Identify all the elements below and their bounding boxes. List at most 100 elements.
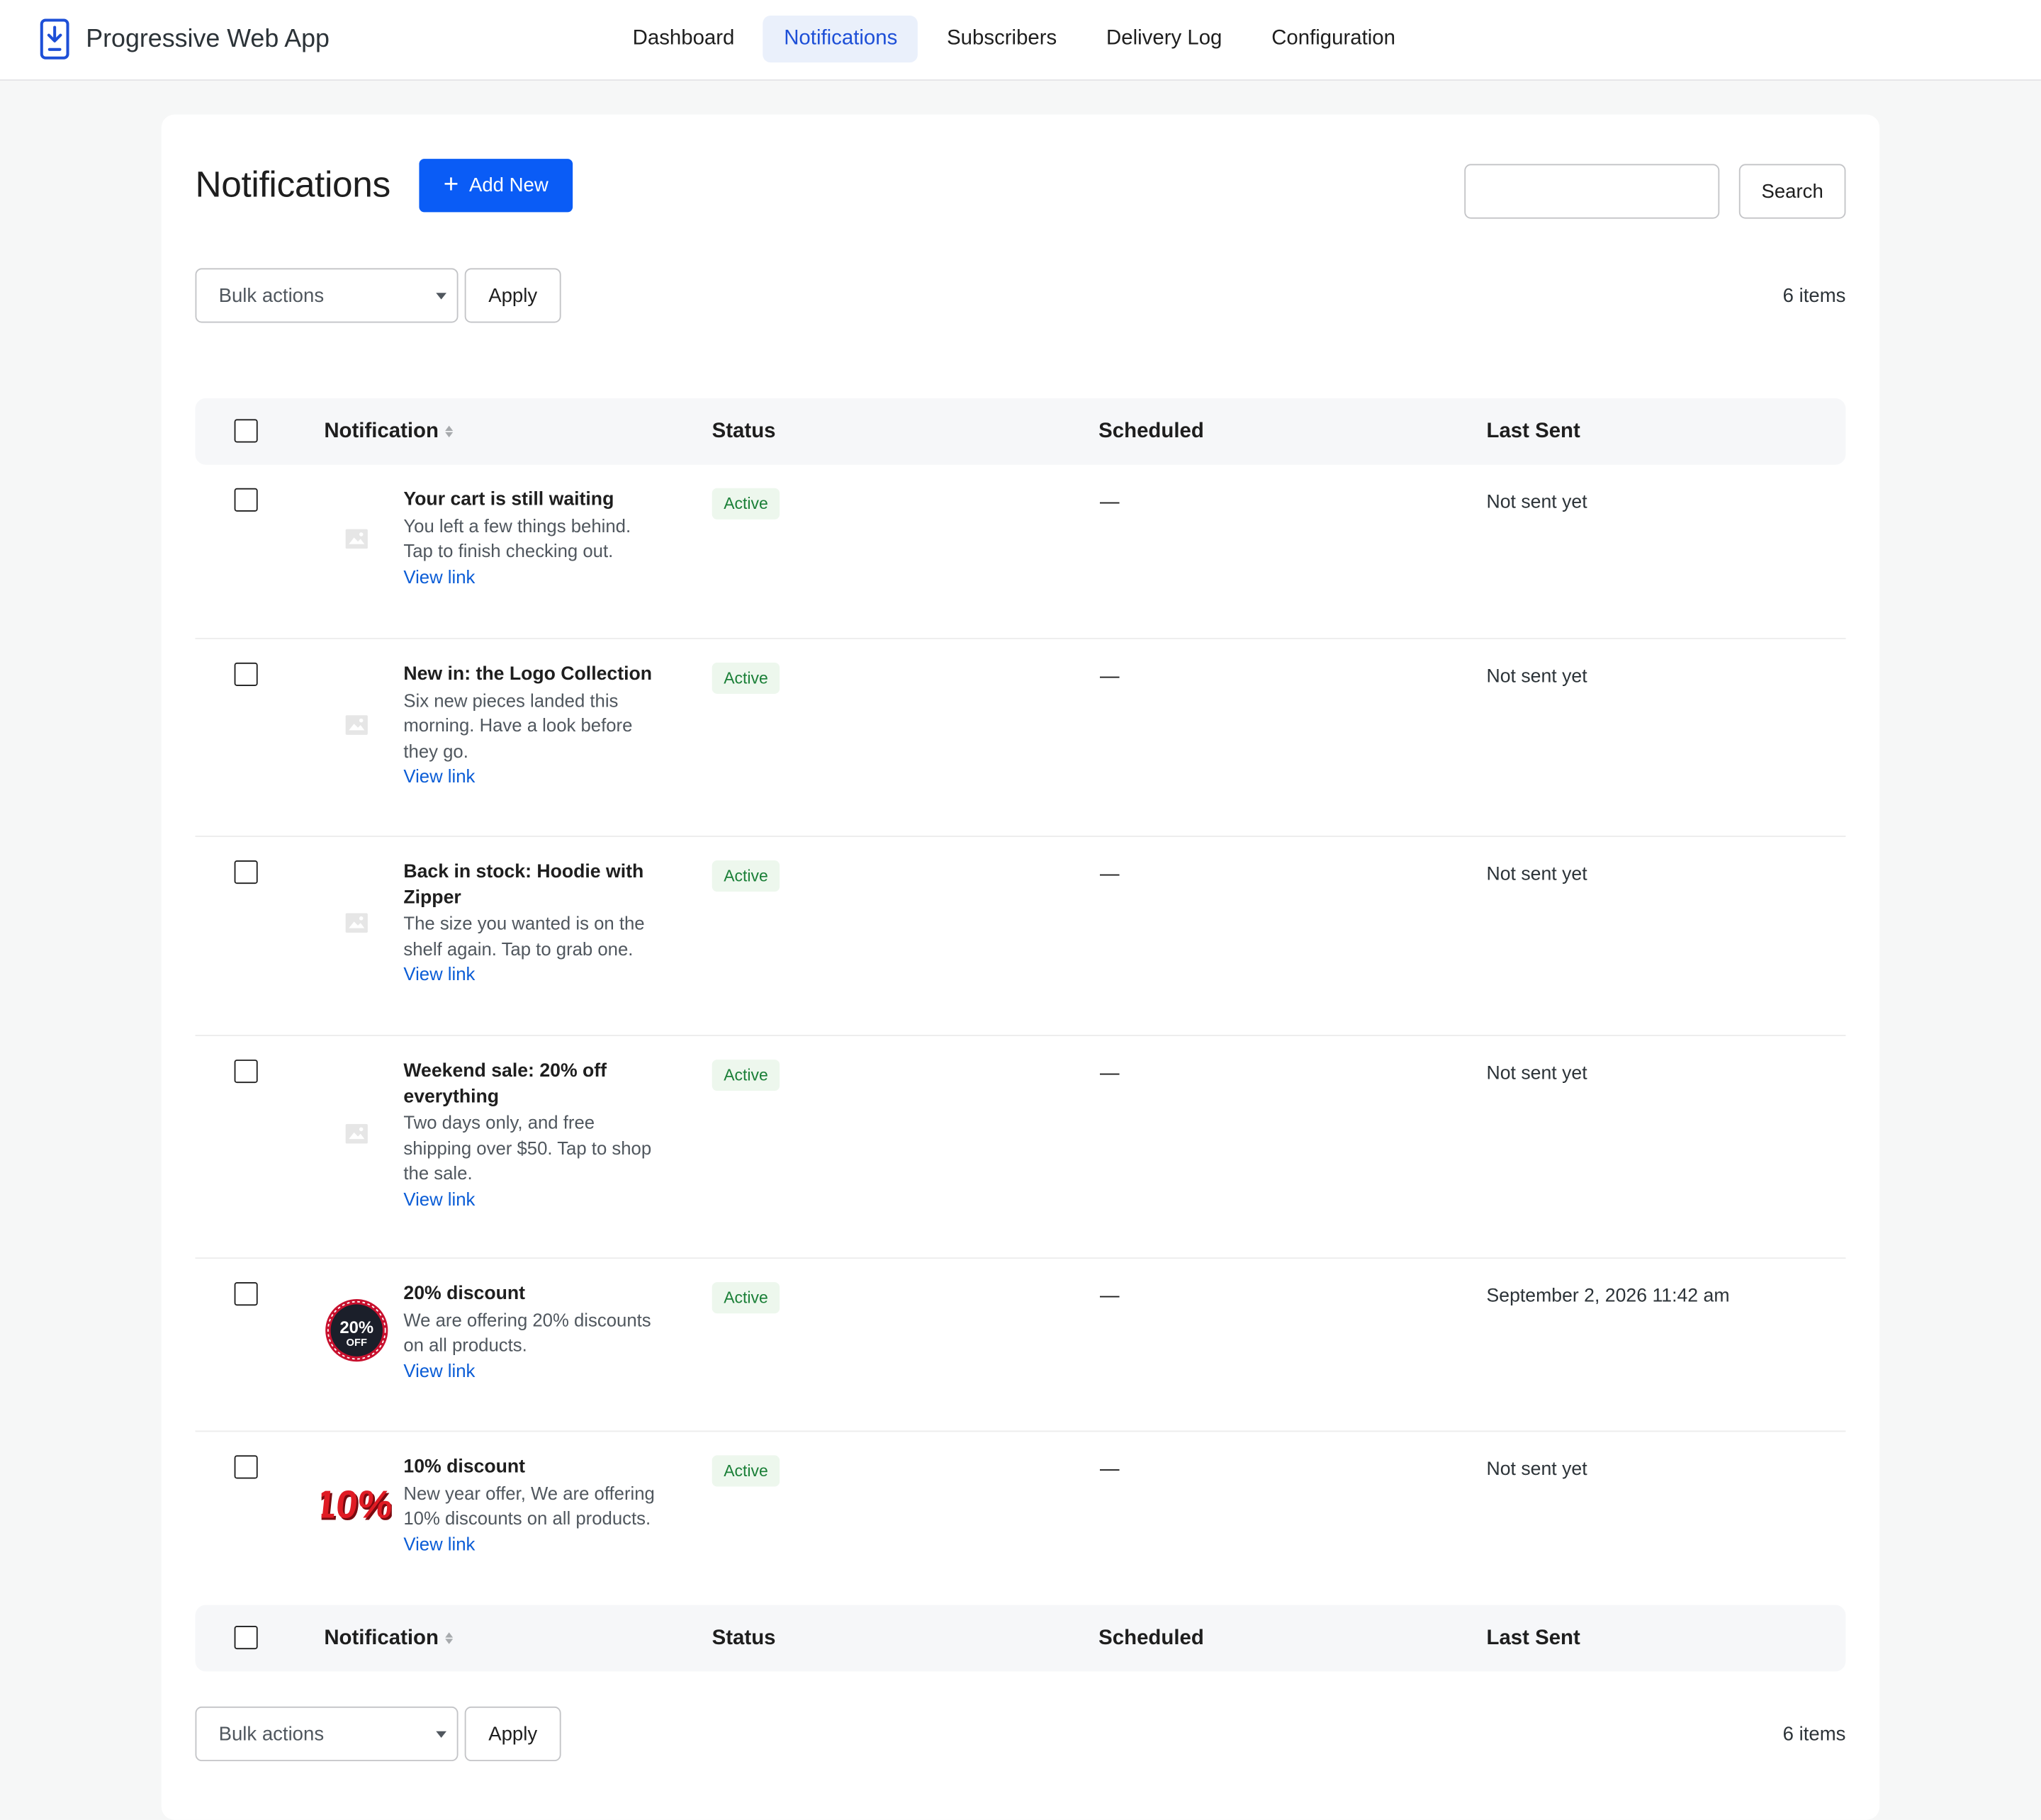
view-link[interactable]: View link bbox=[403, 1186, 663, 1212]
notifications-panel: Notifications + Add New Search Bulk acti… bbox=[161, 114, 1880, 1820]
badge-percent-text: 20% bbox=[339, 1318, 373, 1337]
view-link[interactable]: View link bbox=[403, 962, 663, 987]
20-off-badge-icon: 20% OFF bbox=[322, 1296, 392, 1366]
plus-icon: + bbox=[443, 169, 459, 199]
scheduled-value: — bbox=[1100, 1284, 1120, 1308]
scheduled-value: — bbox=[1100, 863, 1120, 885]
notification-description: New year offer, We are offering 10% disc… bbox=[403, 1482, 655, 1529]
sort-icon bbox=[445, 1632, 454, 1644]
notification-description: The size you wanted is on the shelf agai… bbox=[403, 912, 645, 959]
scheduled-value: — bbox=[1100, 1458, 1120, 1481]
table-row: Weekend sale: 20% off everything Two day… bbox=[195, 1036, 1846, 1259]
column-notification-label: Notification bbox=[324, 420, 439, 442]
items-count-bottom: 6 items bbox=[1782, 1723, 1846, 1746]
notification-description: Two days only, and free shipping over $5… bbox=[403, 1111, 652, 1184]
notification-title: 10% discount bbox=[403, 1456, 526, 1478]
table-row: 10% 10% 10% discount New year offer, We … bbox=[196, 1432, 1846, 1605]
last-sent-value: Not sent yet bbox=[1486, 1459, 1587, 1481]
nav-dashboard[interactable]: Dashboard bbox=[612, 16, 755, 62]
select-all-checkbox-bottom[interactable] bbox=[234, 1626, 258, 1650]
select-all-checkbox[interactable] bbox=[234, 419, 258, 443]
app-name: Progressive Web App bbox=[86, 23, 330, 53]
chevron-down-icon bbox=[436, 293, 446, 300]
10-percent-graphic-icon: 10% 10% bbox=[322, 1468, 392, 1539]
bulk-actions-select-top[interactable]: Bulk actions bbox=[195, 268, 459, 323]
status-badge: Active bbox=[712, 1455, 780, 1487]
status-badge: Active bbox=[712, 662, 780, 694]
notification-text: Back in stock: Hoodie with Zipper The si… bbox=[403, 860, 663, 987]
apply-button-bottom[interactable]: Apply bbox=[464, 1706, 561, 1762]
nav-configuration[interactable]: Configuration bbox=[1251, 16, 1417, 62]
column-scheduled-footer: Scheduled bbox=[1098, 1626, 1204, 1649]
row-checkbox[interactable] bbox=[234, 1282, 258, 1306]
add-new-label: Add New bbox=[468, 174, 549, 197]
nav-delivery-log[interactable]: Delivery Log bbox=[1086, 16, 1243, 62]
view-link[interactable]: View link bbox=[403, 1359, 663, 1384]
scheduled-value: — bbox=[1100, 1062, 1120, 1084]
row-checkbox[interactable] bbox=[234, 860, 258, 884]
table-row: Back in stock: Hoodie with Zipper The si… bbox=[195, 837, 1846, 1037]
notification-title: Back in stock: Hoodie with Zipper bbox=[403, 861, 644, 909]
view-link[interactable]: View link bbox=[403, 1532, 663, 1557]
last-sent-value: Not sent yet bbox=[1486, 492, 1587, 513]
column-last-sent: Last Sent bbox=[1486, 420, 1580, 442]
view-link[interactable]: View link bbox=[403, 564, 663, 590]
scheduled-value: — bbox=[1100, 490, 1120, 513]
app-download-icon bbox=[40, 18, 69, 60]
scheduled-value: — bbox=[1100, 665, 1120, 687]
nav-notifications[interactable]: Notifications bbox=[763, 16, 918, 63]
notification-text: 20% discount We are offering 20% discoun… bbox=[403, 1282, 663, 1383]
sort-icon bbox=[445, 425, 454, 438]
search-button[interactable]: Search bbox=[1738, 164, 1846, 219]
notification-title: 20% discount bbox=[403, 1283, 526, 1305]
placeholder-image-icon bbox=[322, 504, 392, 574]
placeholder-image-icon bbox=[322, 888, 392, 958]
add-new-button[interactable]: + Add New bbox=[419, 159, 573, 213]
column-status: Status bbox=[712, 420, 776, 442]
ten-percent-text: 10% bbox=[322, 1483, 392, 1527]
column-notification-label: Notification bbox=[324, 1626, 439, 1649]
row-checkbox[interactable] bbox=[234, 1060, 258, 1084]
nav-subscribers[interactable]: Subscribers bbox=[926, 16, 1078, 62]
bulk-actions-label: Bulk actions bbox=[218, 284, 325, 307]
notification-text: New in: the Logo Collection Six new piec… bbox=[403, 663, 663, 790]
last-sent-value: September 2, 2026 11:42 am bbox=[1486, 1286, 1730, 1308]
row-checkbox[interactable] bbox=[234, 1455, 258, 1479]
column-notification[interactable]: Notification bbox=[324, 398, 454, 465]
chevron-down-icon bbox=[436, 1731, 446, 1738]
main-nav: Dashboard Notifications Subscribers Deli… bbox=[612, 16, 1417, 63]
notification-title: New in: the Logo Collection bbox=[403, 663, 653, 685]
notification-text: Your cart is still waiting You left a fe… bbox=[403, 488, 663, 590]
notification-title: Weekend sale: 20% off everything bbox=[403, 1060, 607, 1108]
status-badge: Active bbox=[712, 1060, 780, 1091]
table-row: 20% OFF 20% discount We are offering 20%… bbox=[195, 1259, 1846, 1432]
table-header: Notification Status Scheduled Last Sent bbox=[195, 398, 1846, 465]
bulk-actions-label: Bulk actions bbox=[218, 1722, 325, 1746]
notification-description: We are offering 20% discounts on all pro… bbox=[403, 1308, 651, 1356]
last-sent-value: Not sent yet bbox=[1486, 666, 1587, 687]
table-row: Your cart is still waiting You left a fe… bbox=[195, 465, 1846, 639]
notification-title: Your cart is still waiting bbox=[403, 489, 614, 510]
column-notification-footer[interactable]: Notification bbox=[324, 1605, 454, 1672]
apply-button-top[interactable]: Apply bbox=[464, 268, 561, 323]
bulk-actions-select-bottom[interactable]: Bulk actions bbox=[195, 1706, 459, 1762]
view-link[interactable]: View link bbox=[403, 764, 663, 790]
notification-description: You left a few things behind. Tap to fin… bbox=[403, 515, 631, 561]
last-sent-value: Not sent yet bbox=[1486, 864, 1587, 885]
search-input[interactable] bbox=[1464, 164, 1720, 219]
row-checkbox[interactable] bbox=[234, 488, 258, 512]
placeholder-image-icon bbox=[322, 690, 392, 760]
notification-description: Six new pieces landed this morning. Have… bbox=[403, 689, 633, 761]
status-badge: Active bbox=[712, 1282, 780, 1314]
brand[interactable]: Progressive Web App bbox=[39, 18, 330, 60]
table-footer: Notification Status Scheduled Last Sent bbox=[195, 1605, 1846, 1672]
row-checkbox[interactable] bbox=[234, 662, 258, 686]
notification-text: Weekend sale: 20% off everything Two day… bbox=[403, 1060, 663, 1212]
status-badge: Active bbox=[712, 488, 780, 519]
notification-text: 10% discount New year offer, We are offe… bbox=[403, 1455, 663, 1556]
top-bar: Progressive Web App Dashboard Notificati… bbox=[0, 0, 2041, 81]
items-count-top: 6 items bbox=[1782, 285, 1846, 308]
table-row: New in: the Logo Collection Six new piec… bbox=[195, 639, 1846, 837]
placeholder-image-icon bbox=[322, 1099, 392, 1169]
column-status-footer: Status bbox=[712, 1626, 776, 1649]
